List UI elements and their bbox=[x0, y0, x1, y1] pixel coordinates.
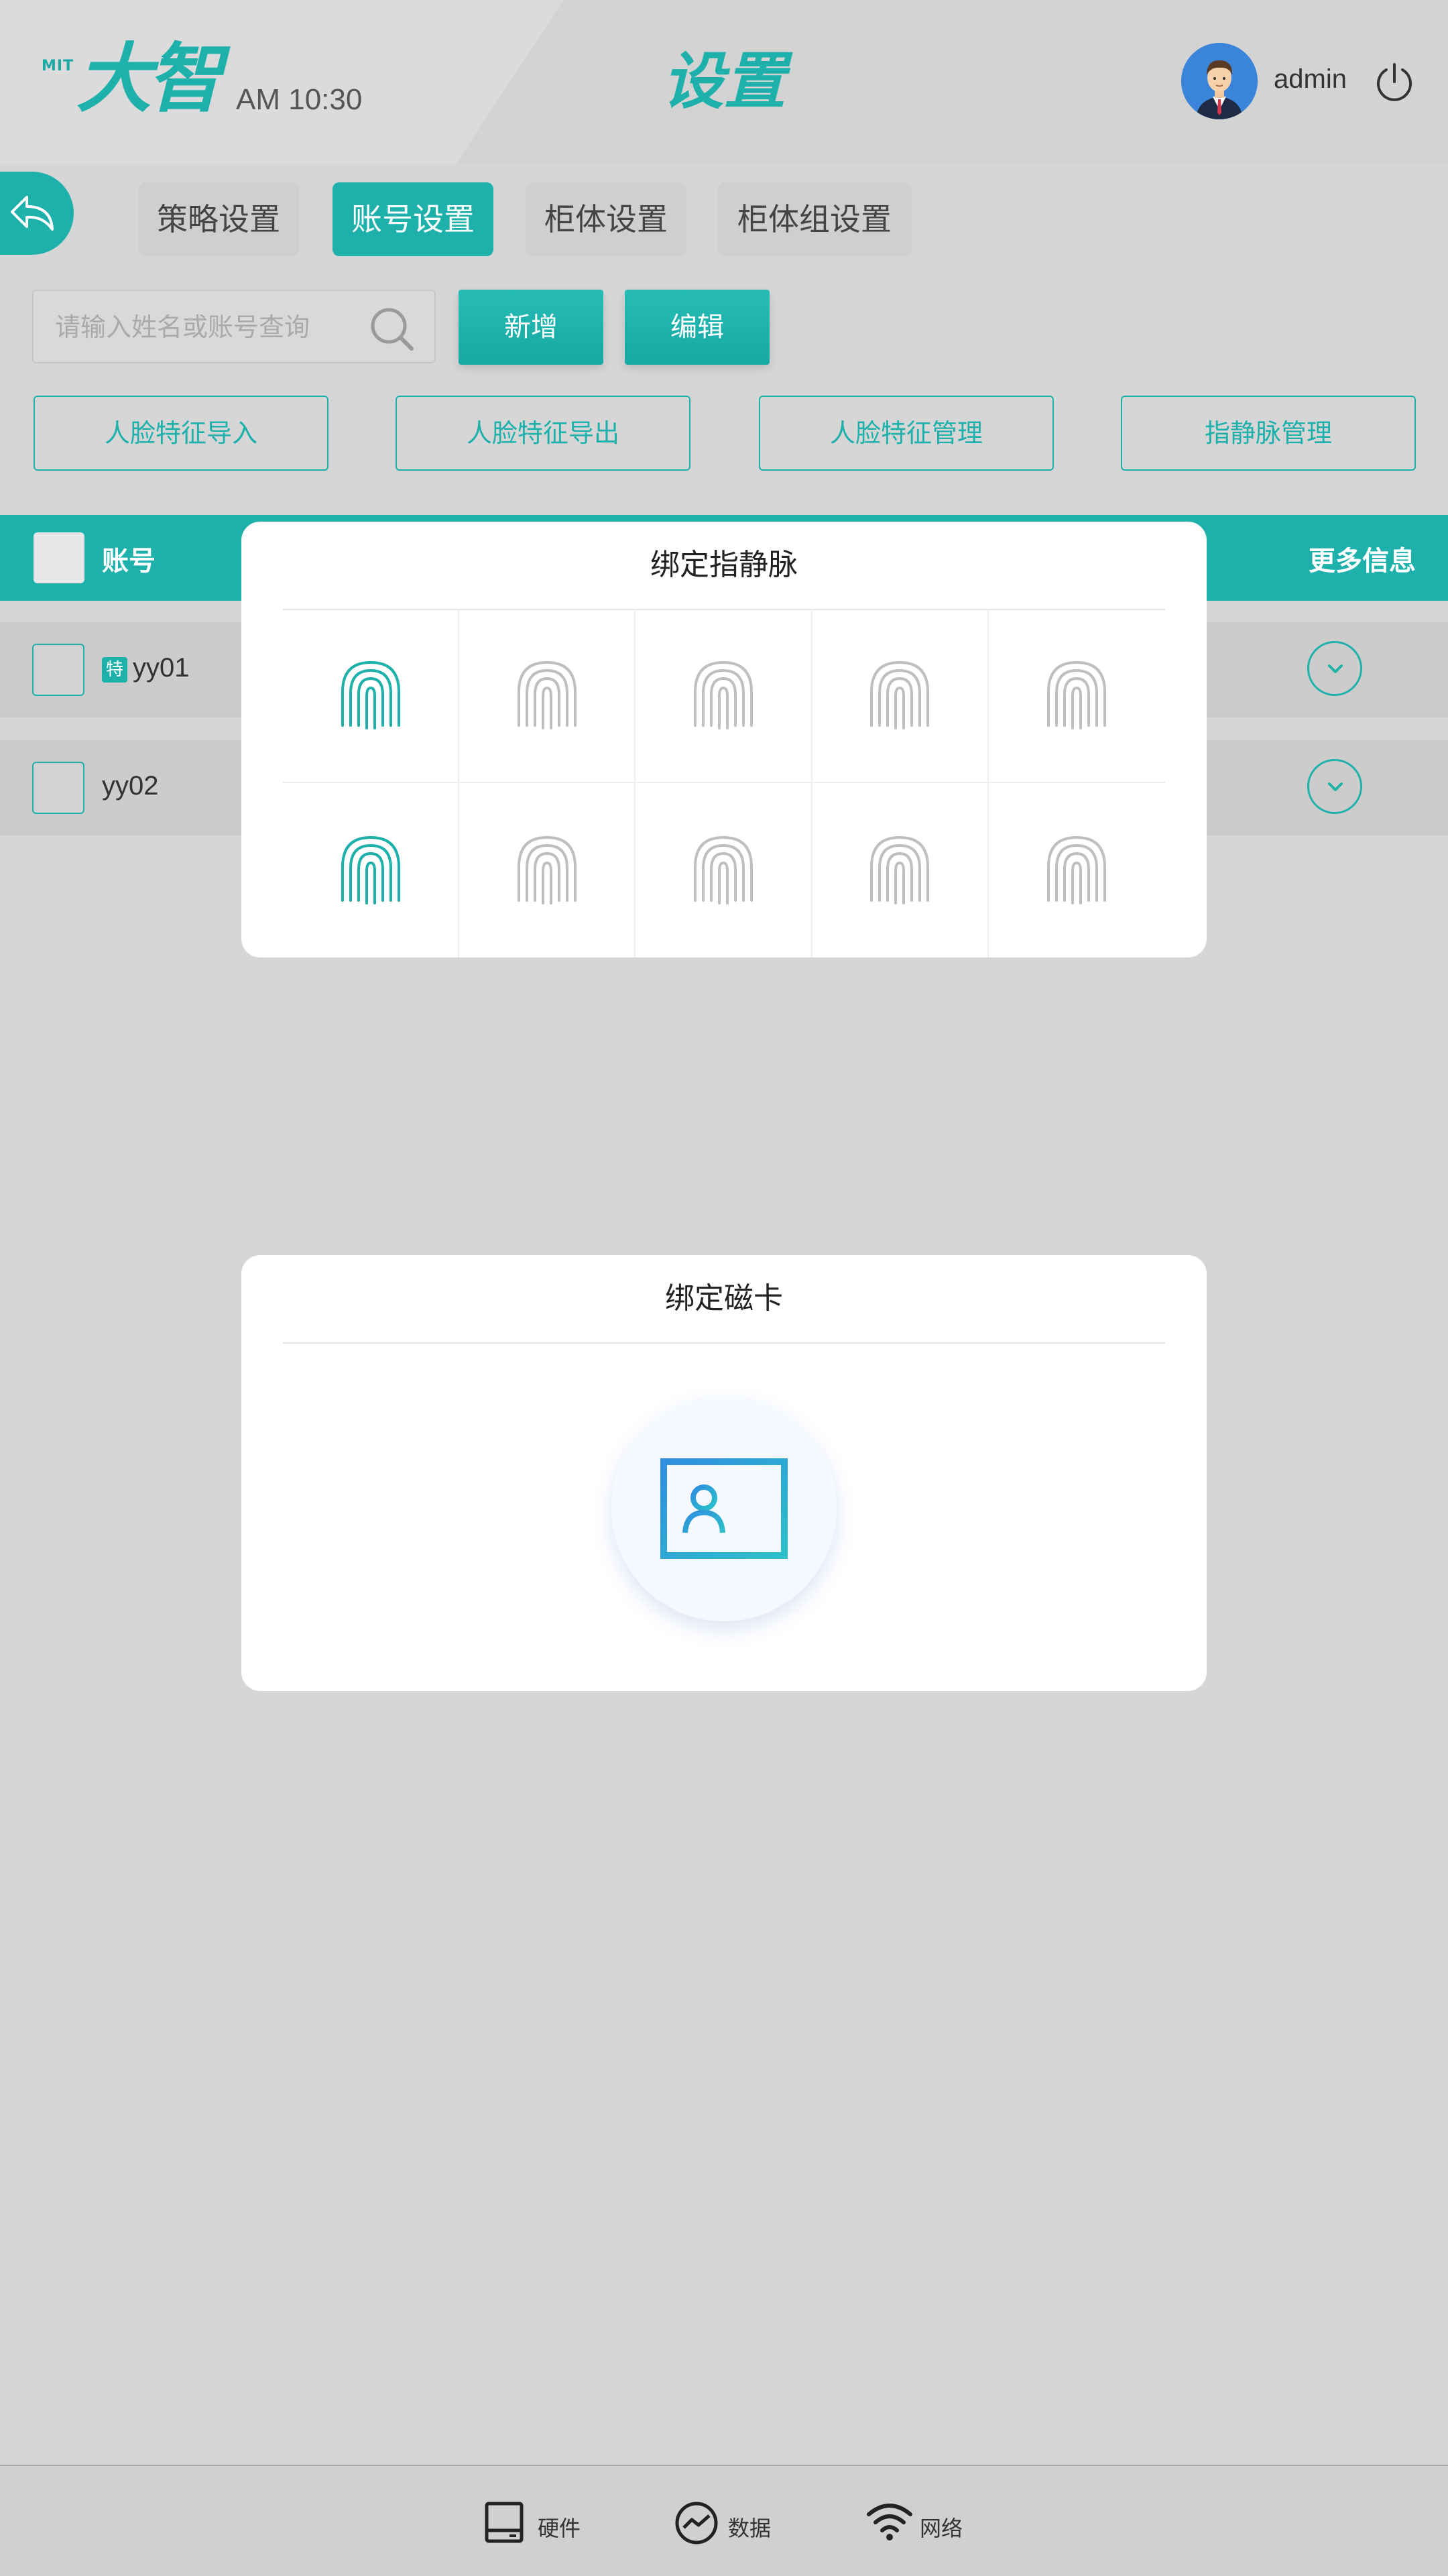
id-card-icon bbox=[660, 1458, 788, 1559]
logo-prefix: MIT bbox=[42, 58, 74, 74]
finger-slot[interactable] bbox=[459, 609, 636, 783]
face-manage-button[interactable]: 人脸特征管理 bbox=[759, 396, 1054, 471]
finger-slot[interactable] bbox=[636, 609, 812, 783]
tab-cabinet-group-settings[interactable]: 柜体组设置 bbox=[717, 182, 912, 256]
search-box bbox=[32, 290, 436, 363]
fingerprint-icon bbox=[341, 660, 400, 729]
footer-data-label: 数据 bbox=[728, 2516, 772, 2541]
finger-slot[interactable] bbox=[988, 609, 1165, 783]
row-checkbox[interactable] bbox=[32, 762, 84, 814]
finger-grid bbox=[283, 609, 1165, 957]
tab-account-settings[interactable]: 账号设置 bbox=[333, 182, 493, 256]
row-account: yy02 bbox=[102, 771, 159, 801]
special-badge: 特 bbox=[102, 657, 127, 683]
footer-bar: 硬件 数据 网络 bbox=[0, 2465, 1448, 2576]
row-account: yy01 bbox=[133, 653, 190, 683]
select-all-checkbox[interactable] bbox=[34, 532, 84, 583]
finger-slot[interactable] bbox=[812, 609, 989, 783]
fingerprint-icon bbox=[517, 835, 577, 904]
edit-button[interactable]: 编辑 bbox=[625, 290, 770, 365]
fingerprint-icon bbox=[870, 835, 930, 904]
add-button[interactable]: 新增 bbox=[459, 290, 603, 365]
column-account: 账号 bbox=[102, 546, 156, 577]
finger-slot[interactable] bbox=[459, 783, 636, 957]
modal-title: 绑定指静脉 bbox=[283, 522, 1165, 610]
finger-slot[interactable] bbox=[989, 783, 1165, 957]
search-icon[interactable] bbox=[366, 303, 417, 354]
fingerprint-icon bbox=[693, 660, 753, 729]
wifi-icon bbox=[867, 2504, 912, 2540]
chevron-down-icon bbox=[1328, 664, 1343, 673]
row-expand-button[interactable] bbox=[1307, 641, 1362, 696]
finger-slot[interactable] bbox=[812, 783, 989, 957]
hardware-icon bbox=[485, 2502, 524, 2543]
row-checkbox[interactable] bbox=[32, 644, 84, 696]
fingerprint-icon bbox=[693, 835, 753, 904]
tab-strategy-settings[interactable]: 策略设置 bbox=[138, 182, 299, 256]
search-input[interactable] bbox=[54, 291, 378, 363]
back-arrow-icon bbox=[11, 196, 54, 231]
finger-slot[interactable] bbox=[283, 609, 460, 783]
finger-slot[interactable] bbox=[636, 783, 812, 957]
back-button[interactable] bbox=[0, 172, 74, 255]
column-more-info: 更多信息 bbox=[1309, 546, 1416, 577]
power-icon[interactable] bbox=[1373, 60, 1416, 103]
fingerprint-icon bbox=[1047, 835, 1107, 904]
tab-cabinet-settings[interactable]: 柜体设置 bbox=[526, 182, 686, 256]
bind-finger-vein-modal: 绑定指静脉 bbox=[241, 522, 1207, 957]
username[interactable]: admin bbox=[1274, 64, 1347, 95]
chevron-down-icon bbox=[1328, 782, 1343, 791]
face-export-button[interactable]: 人脸特征导出 bbox=[396, 396, 690, 471]
row-expand-button[interactable] bbox=[1307, 759, 1362, 814]
bind-card-modal: 绑定磁卡 bbox=[241, 1255, 1207, 1691]
modal-title: 绑定磁卡 bbox=[283, 1255, 1165, 1344]
page-title: 设置 bbox=[662, 46, 786, 117]
clock: AM 10:30 bbox=[236, 83, 363, 116]
footer-network-label: 网络 bbox=[920, 2516, 963, 2541]
header: MIT 大智 AM 10:30 设置 admin bbox=[0, 0, 1448, 164]
face-import-button[interactable]: 人脸特征导入 bbox=[34, 396, 328, 471]
user-avatar-icon bbox=[1181, 43, 1258, 119]
card-scan-button[interactable] bbox=[611, 1396, 837, 1621]
fingerprint-icon bbox=[870, 660, 930, 729]
avatar[interactable] bbox=[1181, 43, 1258, 119]
logo-text: 大智 bbox=[76, 36, 223, 123]
fingerprint-icon bbox=[1047, 660, 1107, 729]
fingerprint-icon bbox=[341, 835, 400, 904]
fingerprint-icon bbox=[517, 660, 577, 729]
data-chart-icon bbox=[675, 2502, 718, 2544]
finger-vein-manage-button[interactable]: 指静脉管理 bbox=[1121, 396, 1416, 471]
footer-hardware-label: 硬件 bbox=[538, 2516, 581, 2541]
finger-slot[interactable] bbox=[283, 783, 460, 957]
